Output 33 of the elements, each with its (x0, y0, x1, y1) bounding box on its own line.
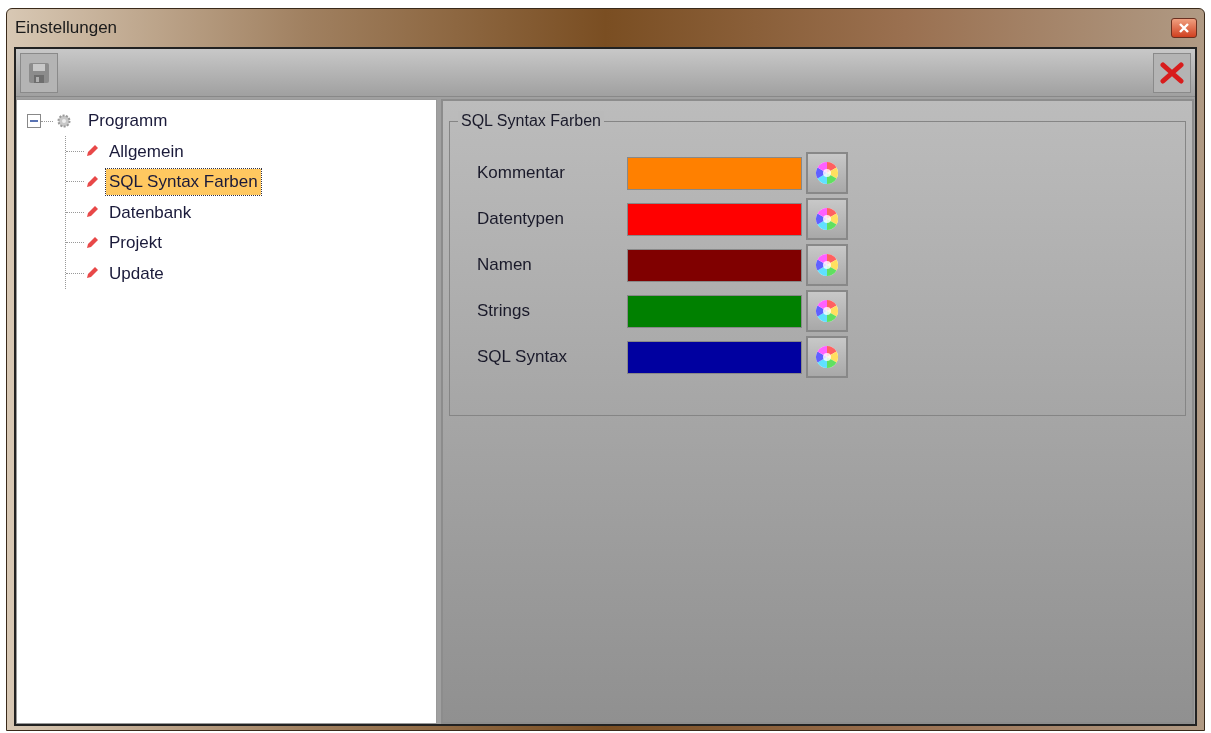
tree-item[interactable]: SQL Syntax Farben (106, 169, 261, 195)
pencil-icon (84, 234, 100, 251)
color-label: SQL Syntax (477, 346, 569, 369)
color-picker-button[interactable] (806, 336, 848, 378)
collapse-icon[interactable] (27, 114, 41, 128)
group-title: SQL Syntax Farben (458, 111, 604, 131)
color-wheel-icon (815, 299, 839, 323)
tree-item[interactable]: Allgemein (106, 138, 187, 164)
tree-item[interactable]: Datenbank (106, 199, 195, 225)
cancel-button[interactable] (1153, 52, 1191, 93)
save-icon (28, 61, 50, 84)
tree-item[interactable]: Programm (85, 108, 171, 134)
color-label: Datentypen (477, 208, 565, 231)
color-picker-button[interactable] (806, 198, 848, 240)
color-label: Namen (477, 254, 533, 277)
color-wheel-icon (815, 253, 839, 277)
tree-item[interactable]: Update (106, 260, 167, 286)
color-label: Strings (477, 300, 531, 323)
cross-icon (1160, 61, 1184, 84)
window-title: Einstellungen (14, 17, 118, 40)
color-wheel-icon (815, 161, 839, 185)
save-button[interactable] (20, 52, 58, 93)
gear-icon (57, 114, 71, 128)
color-picker-button[interactable] (806, 152, 848, 194)
pencil-icon (84, 173, 100, 190)
close-button[interactable] (1171, 18, 1197, 38)
color-picker-button[interactable] (806, 290, 848, 332)
color-wheel-icon (815, 345, 839, 369)
close-icon (1178, 23, 1190, 33)
color-picker-button[interactable] (806, 244, 848, 286)
color-wheel-icon (815, 207, 839, 231)
color-label: Kommentar (477, 162, 566, 185)
tree-item[interactable]: Projekt (106, 230, 165, 256)
